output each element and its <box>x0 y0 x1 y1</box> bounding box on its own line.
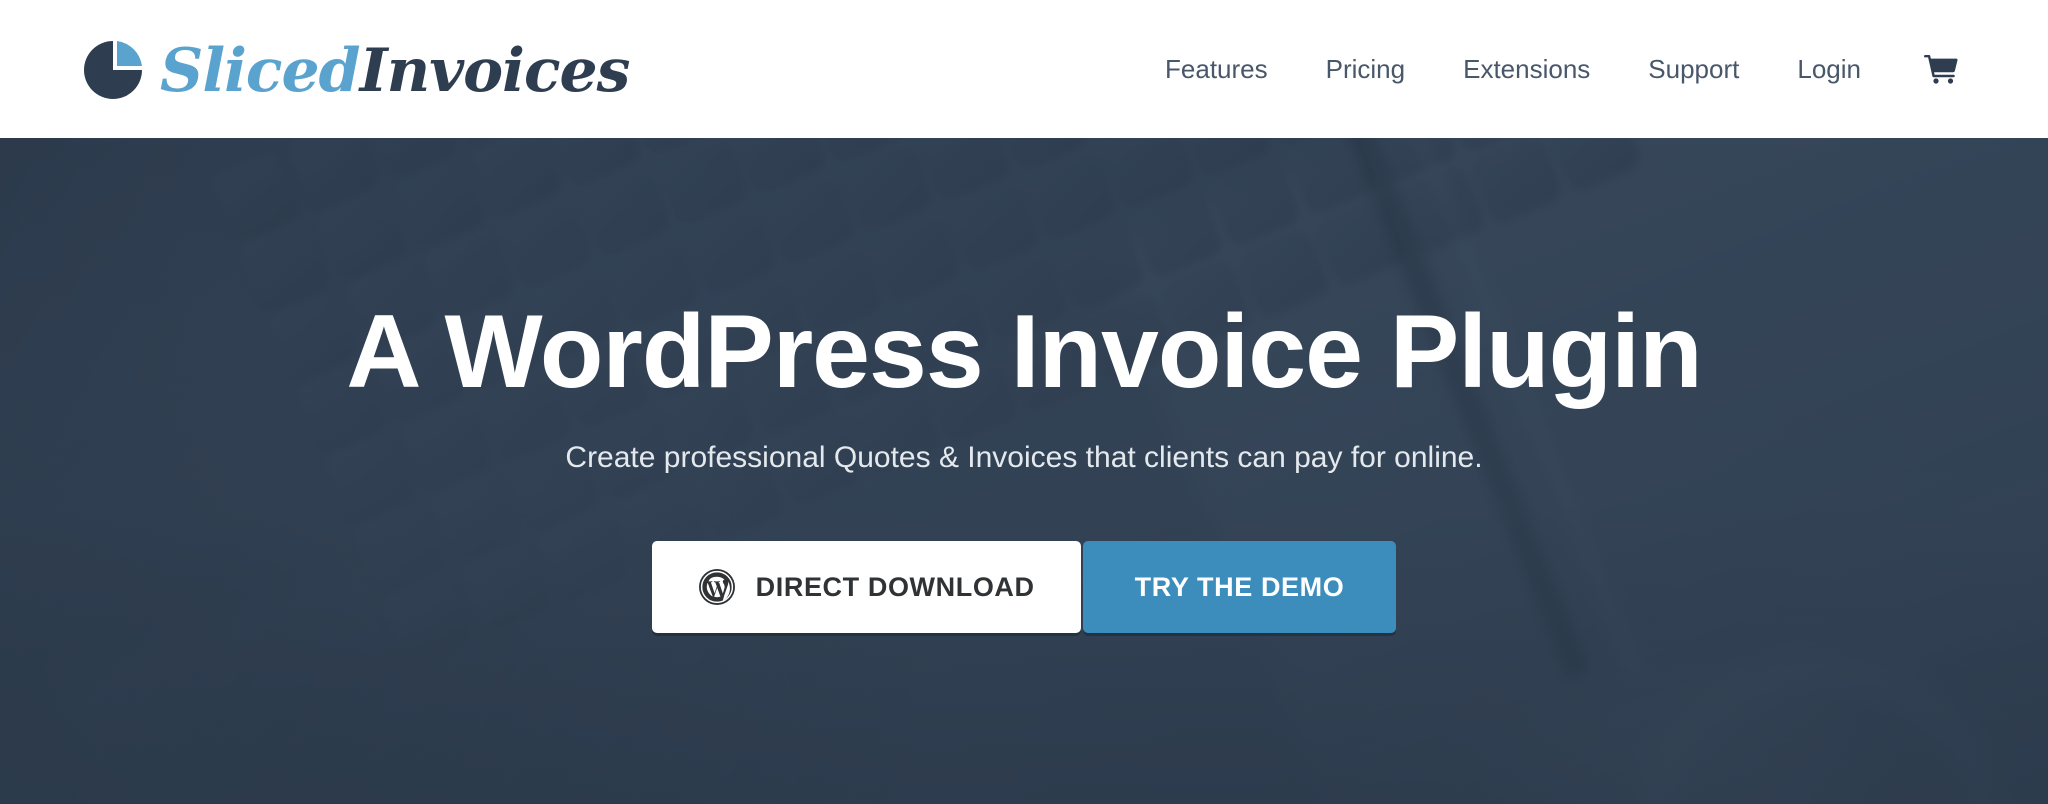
nav-item-extensions[interactable]: Extensions <box>1434 0 1619 138</box>
nav-item-support[interactable]: Support <box>1619 0 1768 138</box>
logo-wordmark: SlicedInvoices <box>160 41 630 101</box>
direct-download-label: DIRECT DOWNLOAD <box>755 571 1035 602</box>
nav-item-pricing[interactable]: Pricing <box>1297 0 1434 138</box>
try-demo-button[interactable]: TRY THE DEMO <box>1082 541 1397 634</box>
logo-word-sliced: Sliced <box>160 36 361 106</box>
hero-content: A WordPress Invoice Plugin Create profes… <box>0 138 2048 804</box>
logo-word-invoices: Invoices <box>359 36 631 106</box>
nav-item-login[interactable]: Login <box>1768 0 1890 138</box>
shopping-cart-icon <box>1924 54 1958 84</box>
hero-action-buttons: DIRECT DOWNLOAD TRY THE DEMO <box>651 541 1397 634</box>
hero-title: A WordPress Invoice Plugin <box>346 294 1702 410</box>
hero-section: A WordPress Invoice Plugin Create profes… <box>0 138 2048 804</box>
page-root: SlicedInvoices Features Pricing Extensio… <box>0 0 2048 804</box>
try-demo-label: TRY THE DEMO <box>1134 571 1345 602</box>
pie-chart-icon <box>80 37 146 103</box>
nav-item-features[interactable]: Features <box>1136 0 1297 138</box>
site-header: SlicedInvoices Features Pricing Extensio… <box>0 0 2048 138</box>
cart-button[interactable] <box>1890 0 1976 138</box>
main-navigation: Features Pricing Extensions Support Logi… <box>1136 0 1976 138</box>
site-logo[interactable]: SlicedInvoices <box>80 10 630 128</box>
direct-download-button[interactable]: DIRECT DOWNLOAD <box>651 541 1081 634</box>
header-inner: SlicedInvoices Features Pricing Extensio… <box>0 0 2048 138</box>
hero-subtitle: Create professional Quotes & Invoices th… <box>565 441 1483 475</box>
wordpress-icon <box>698 568 736 606</box>
